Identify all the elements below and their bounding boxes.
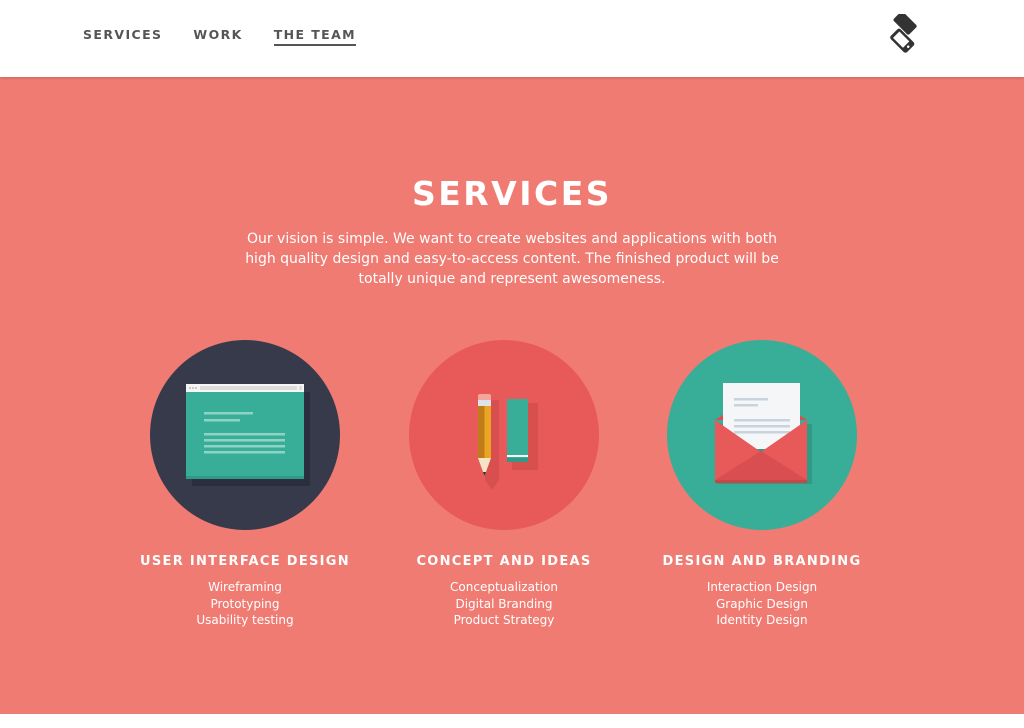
intro-line: Our vision is simple. We want to create …	[246, 231, 778, 247]
service-item: Wireframing	[208, 580, 282, 594]
service-card-concept-ideas: CONCEPT AND IDEAS Conceptualization Digi…	[374, 340, 634, 629]
service-title: DESIGN AND BRANDING	[662, 554, 862, 569]
open-envelope-letter-icon	[715, 383, 812, 484]
main-nav: SERVICES WORK THE TEAM	[83, 27, 387, 46]
services-intro: Our vision is simple. We want to create …	[232, 229, 792, 289]
service-circle	[667, 340, 857, 530]
nav-item-the-team[interactable]: THE TEAM	[273, 27, 357, 46]
service-item: Identity Design	[716, 613, 808, 627]
service-circle	[409, 340, 599, 530]
page-bottom-strip	[0, 714, 1024, 728]
rotated-phones-logo-icon	[890, 11, 917, 53]
services-section: SERVICES Our vision is simple. We want t…	[0, 77, 1024, 714]
service-item: Interaction Design	[706, 580, 818, 594]
service-list: Interaction Design Graphic Design Identi…	[632, 579, 892, 629]
service-list: Wireframing Prototyping Usability testin…	[115, 579, 375, 629]
browser-window-icon	[186, 384, 310, 486]
nav-item-work[interactable]: WORK	[193, 27, 242, 46]
service-item: Conceptualization	[450, 580, 558, 594]
service-item: Product Strategy	[453, 613, 555, 627]
pencil-and-eraser-icon	[478, 394, 538, 490]
service-item: Prototyping	[210, 596, 280, 611]
service-card-design-branding: DESIGN AND BRANDING Interaction Design G…	[632, 340, 892, 629]
intro-line: high quality design and easy-to-access c…	[245, 251, 779, 267]
logo-link[interactable]	[880, 11, 928, 54]
service-item: Usability testing	[196, 613, 294, 627]
service-item: Digital Branding	[455, 596, 553, 611]
intro-line: totally unique and represent awesomeness…	[358, 271, 666, 287]
service-card-ui-design: USER INTERFACE DESIGN Wireframing Protot…	[115, 340, 375, 629]
nav-item-services[interactable]: SERVICES	[83, 27, 162, 46]
services-title: SERVICES	[411, 174, 613, 213]
service-title: USER INTERFACE DESIGN	[140, 554, 350, 569]
service-item: Graphic Design	[716, 596, 808, 611]
service-title: CONCEPT AND IDEAS	[416, 554, 592, 569]
service-circle	[150, 340, 340, 530]
service-list: Conceptualization Digital Branding Produ…	[374, 579, 634, 629]
site-header: SERVICES WORK THE TEAM	[0, 0, 1024, 77]
